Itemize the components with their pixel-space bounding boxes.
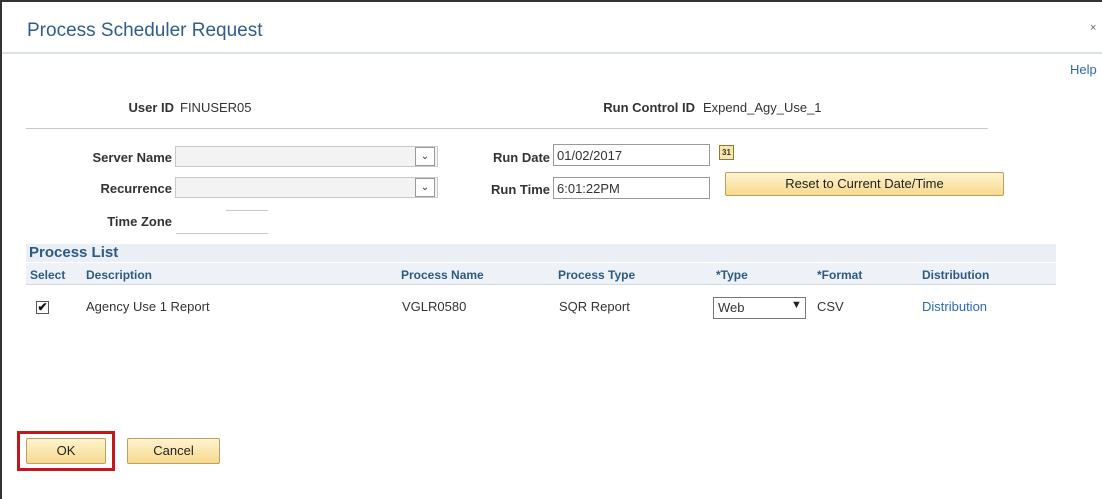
titlebar-divider — [2, 52, 1102, 54]
dialog-titlebar: Process Scheduler Request — [2, 2, 1102, 56]
time-zone-field[interactable] — [176, 233, 268, 234]
chevron-down-icon[interactable]: ▼ — [791, 299, 802, 311]
process-list-title: Process List — [29, 244, 119, 261]
recurrence-label: Recurrence — [100, 181, 172, 196]
column-header-distribution: Distribution — [922, 268, 990, 282]
chevron-down-icon[interactable]: ⌄ — [415, 147, 435, 166]
recurrence-select[interactable] — [175, 177, 438, 198]
run-control-id-value: Expend_Agy_Use_1 — [703, 100, 822, 115]
server-name-select[interactable] — [175, 146, 438, 167]
run-time-label: Run Time — [491, 182, 550, 197]
cancel-button[interactable]: Cancel — [127, 438, 220, 464]
reset-to-current-datetime-button[interactable]: Reset to Current Date/Time — [725, 172, 1004, 196]
help-link[interactable]: Help — [1070, 62, 1097, 77]
run-date-input[interactable] — [553, 144, 710, 166]
run-time-input[interactable] — [553, 177, 710, 199]
select-checkbox[interactable]: ✔ — [36, 301, 49, 314]
row-format: CSV — [817, 299, 844, 314]
time-zone-label: Time Zone — [107, 214, 172, 229]
close-icon[interactable]: × — [1090, 22, 1096, 34]
column-header-description: Description — [86, 268, 153, 282]
time-zone-field-edge — [226, 210, 268, 211]
run-control-id-label: Run Control ID — [603, 100, 695, 115]
user-id-value: FINUSER05 — [180, 100, 252, 115]
calendar-icon[interactable]: 31 — [719, 145, 734, 160]
column-header-type: *Type — [716, 268, 748, 282]
row-process-type: SQR Report — [559, 299, 630, 314]
distribution-link[interactable]: Distribution — [922, 299, 987, 314]
process-list-header-bar — [26, 244, 1056, 262]
chevron-down-icon[interactable]: ⌄ — [415, 178, 435, 197]
column-header-select: Select — [30, 268, 66, 282]
row-description: Agency Use 1 Report — [86, 299, 210, 314]
column-header-process-name: Process Name — [401, 268, 484, 282]
server-name-label: Server Name — [92, 150, 173, 165]
user-id-label: User ID — [128, 100, 174, 115]
column-header-process-type: Process Type — [558, 268, 636, 282]
dialog-title: Process Scheduler Request — [27, 20, 263, 41]
run-date-label: Run Date — [492, 150, 550, 165]
ok-button[interactable]: OK — [26, 438, 106, 464]
row-process-name: VGLR0580 — [402, 299, 467, 314]
process-list-column-header-row — [26, 263, 1056, 285]
type-select-value: Web — [718, 300, 745, 315]
column-header-format: *Format — [817, 268, 863, 282]
section-divider — [26, 128, 988, 129]
